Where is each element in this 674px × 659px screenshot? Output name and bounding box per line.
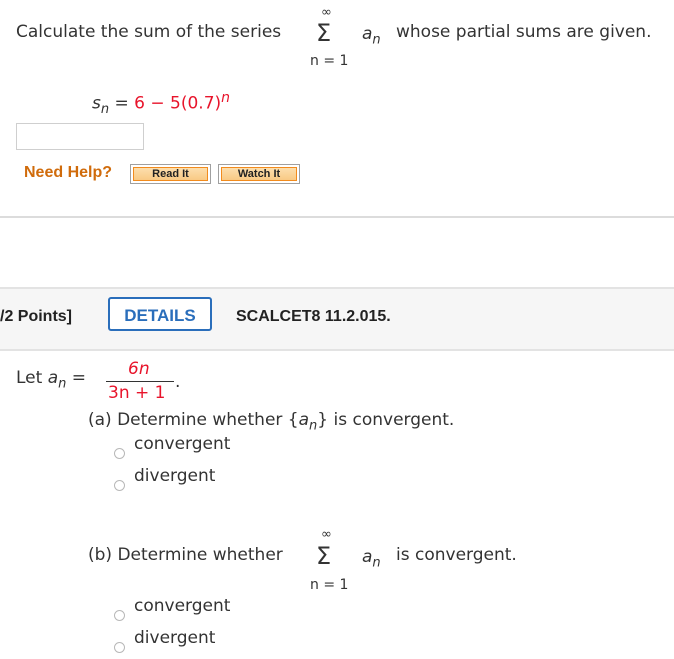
- part-b-convergent-radio[interactable]: [114, 610, 125, 621]
- section-divider: [0, 216, 674, 218]
- part-a-a: a: [298, 410, 310, 430]
- sigma-symbol: Σ: [316, 19, 332, 47]
- fraction-bar: [106, 381, 174, 382]
- question-prompt: Calculate the sum of the series: [16, 22, 281, 42]
- formula-rhs: 6 − 5(0.7): [134, 93, 222, 114]
- let-a: a: [47, 368, 59, 388]
- sigma-lower-limit: n = 1: [310, 53, 349, 69]
- watch-it-button[interactable]: Watch It: [218, 164, 300, 184]
- series-term: an: [362, 24, 381, 47]
- prompt-text-before: Calculate the sum of the series: [16, 22, 282, 42]
- let-text: Let an =: [16, 368, 86, 391]
- part-b-divergent-radio[interactable]: [114, 642, 125, 653]
- need-help-label: Need Help?: [24, 164, 113, 181]
- part-a-suffix: } is convergent.: [317, 410, 455, 430]
- fraction-denominator: 3n + 1: [108, 383, 166, 403]
- points-label: /2 Points]: [0, 308, 73, 325]
- let-word: Let: [16, 368, 43, 388]
- details-button[interactable]: DETAILS: [108, 297, 212, 331]
- part-b-term: an: [362, 547, 381, 570]
- part-b-sigma-upper: ∞: [321, 527, 332, 542]
- part-b-convergent-label[interactable]: convergent: [134, 596, 230, 616]
- prompt-text-after: whose partial sums are given.: [396, 22, 652, 42]
- term-sub: n: [372, 32, 381, 48]
- part-a-divergent-radio[interactable]: [114, 480, 125, 491]
- let-a-sub: n: [58, 376, 67, 392]
- part-b-divergent-label[interactable]: divergent: [134, 628, 215, 648]
- let-eq: =: [71, 368, 87, 388]
- problem-code: SCALCET8 11.2.015.: [236, 308, 391, 325]
- part-b-suffix: is convergent.: [396, 545, 517, 565]
- sigma-upper-limit: ∞: [321, 5, 332, 20]
- partial-sum-formula: sn = 6 − 5(0.7)n: [92, 90, 230, 117]
- formula-exponent: n: [221, 90, 231, 106]
- part-a-divergent-label[interactable]: divergent: [134, 466, 215, 486]
- formula-s: s: [92, 93, 101, 114]
- part-b-sigma-lower: n = 1: [310, 577, 349, 593]
- part-b-prefix: (b) Determine whether: [88, 545, 283, 565]
- part-b-sigma-symbol: Σ: [316, 542, 332, 570]
- read-it-button[interactable]: Read It: [130, 164, 211, 184]
- term-a: a: [362, 24, 373, 44]
- answer-input[interactable]: [16, 123, 144, 150]
- formula-eq: =: [114, 93, 129, 114]
- part-a-convergent-label[interactable]: convergent: [134, 434, 230, 454]
- part-a-prefix: (a) Determine whether {: [88, 410, 299, 430]
- formula-s-sub: n: [100, 102, 110, 118]
- fraction-period: .: [175, 372, 181, 392]
- fraction-numerator: 6n: [128, 359, 150, 379]
- part-b-a: a: [362, 547, 373, 567]
- part-a-prompt: (a) Determine whether {an} is convergent…: [88, 410, 454, 433]
- part-a-convergent-radio[interactable]: [114, 448, 125, 459]
- part-b-sub: n: [372, 555, 381, 571]
